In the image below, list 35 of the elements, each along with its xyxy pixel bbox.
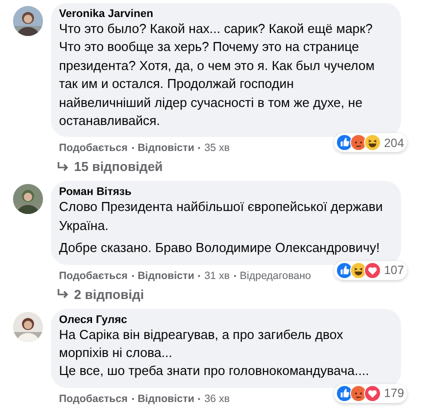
reply-link[interactable]: Відповісти [138,270,194,282]
edited-label: Відредаговано [240,270,312,282]
view-replies-link[interactable]: 15 відповідей [74,159,163,174]
timestamp[interactable]: 36 хв [204,392,230,405]
author-name[interactable]: Олеся Гуляс [59,314,389,326]
author-name[interactable]: Veronika Jarvinen [59,8,389,20]
comment-text: Слово Президента найбільшої європейської держави Україна. [59,198,384,235]
comment-text: Це все, шо треба знати про головнокомандувача.... [59,362,370,380]
separator-dot [198,147,200,150]
view-replies-link[interactable]: 2 відповіді [74,286,144,302]
separator-dot [234,274,236,277]
comment-text: Добре сказано. Браво Володимире Олександровичу! [59,239,381,258]
heart-reaction-icon [364,262,381,279]
separator-dot [132,274,134,277]
comment-text: На Саріка він відреагував, а про загибель двох морпіхів ні слова... [59,326,344,362]
separator-dot [132,398,134,400]
timestamp[interactable]: 31 хв [204,270,230,282]
separator-dot [198,398,200,400]
reactions-badge[interactable]: 107 [334,260,407,280]
reactions-badge[interactable]: 204 [334,133,407,152]
reply-link[interactable]: Відповісти [138,392,194,405]
like-link[interactable]: Подобається [59,270,128,282]
like-link[interactable]: Подобається [59,392,128,405]
separator-dot [198,274,200,277]
like-link[interactable]: Подобається [59,142,128,154]
reply-link[interactable]: Відповісти [138,142,194,154]
author-name[interactable]: Роман Вітязь [59,186,389,198]
laughing-reaction-icon [364,134,381,152]
separator-dot [132,147,134,150]
reply-arrow-icon [57,162,69,172]
timestamp[interactable]: 35 хв [204,142,230,154]
comment-text: Что это было? Какой нах... сарик? Какой ещё марк? Что это вообще за херь? Почему это на странице президента? Хотя, да, о чем это я. Как был чучелом так им и остался. Продолжай господин найвеличніший лідер сучасності в том же духе, не останавливайся. [59,20,376,130]
heart-reaction-icon [364,384,381,402]
reply-arrow-icon [57,289,69,300]
reactions-badge[interactable]: 179 [334,384,407,403]
